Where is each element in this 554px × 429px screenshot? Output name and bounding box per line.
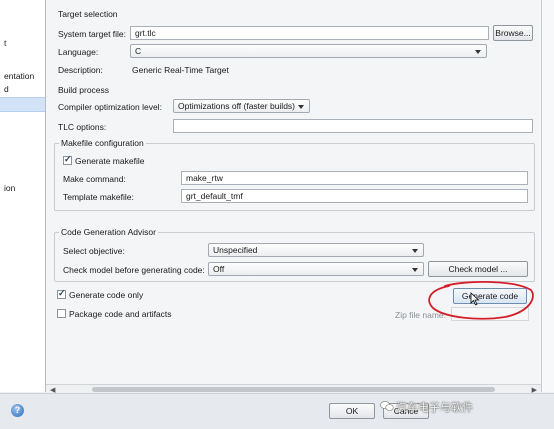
chevron-down-icon (412, 268, 418, 272)
tlc-options-label: TLC options: (58, 122, 107, 132)
select-objective-value: Unspecified (213, 245, 258, 255)
language-select[interactable]: C (130, 44, 487, 58)
makefile-configuration-title: Makefile configuration (59, 138, 146, 148)
description-value: Generic Real-Time Target (132, 65, 229, 75)
template-makefile-field[interactable]: grt_default_tmf (181, 189, 528, 203)
zip-file-name-field[interactable] (451, 307, 529, 321)
tree-item-fragment[interactable]: entation (4, 71, 34, 81)
check-model-value: Off (213, 264, 225, 274)
scrollbar-thumb[interactable] (92, 387, 495, 392)
select-objective-select[interactable]: Unspecified (208, 243, 424, 257)
watermark-text: 汽车电子与软件 (396, 401, 473, 414)
browse-button[interactable]: Browse... (493, 25, 533, 41)
generate-code-button[interactable]: Generate code (453, 288, 527, 304)
pane-edge (541, 0, 554, 392)
code-generation-advisor-title: Code Generation Advisor (59, 227, 158, 237)
check-model-label: Check model before generating code: (63, 265, 205, 275)
chevron-down-icon (475, 50, 481, 54)
tree-item-fragment[interactable]: d (4, 84, 9, 94)
check-model-select[interactable]: Off (208, 262, 424, 276)
system-target-file-field[interactable]: grt.tlc (130, 26, 489, 40)
configuration-window: t entation d ion Target selection System… (0, 0, 554, 429)
description-label: Description: (58, 65, 103, 75)
make-command-label: Make command: (63, 174, 126, 184)
check-model-button[interactable]: Check model ... (428, 261, 528, 277)
generate-makefile-checkbox[interactable] (63, 154, 72, 165)
tree-item-fragment[interactable]: t (4, 38, 6, 48)
mouse-cursor-icon (470, 292, 480, 306)
build-process-title: Build process (58, 85, 110, 95)
watermark-logo-icon (380, 401, 394, 411)
language-value: C (135, 46, 142, 56)
package-code-checkbox[interactable] (57, 309, 66, 318)
ok-button[interactable]: OK (329, 403, 375, 419)
package-code-label: Package code and artifacts (69, 309, 172, 319)
chevron-down-icon (412, 249, 418, 253)
compiler-optimization-select[interactable]: Optimizations off (faster builds) (173, 99, 310, 113)
template-makefile-label: Template makefile: (63, 192, 134, 202)
help-icon[interactable]: ? (11, 404, 24, 417)
tree-pane[interactable]: t entation d ion (0, 0, 46, 392)
select-objective-label: Select objective: (63, 246, 125, 256)
zip-file-name-label: Zip file name: (395, 310, 447, 320)
compiler-optimization-label: Compiler optimization level: (58, 102, 162, 112)
language-label: Language: (58, 47, 99, 57)
target-selection-title: Target selection (58, 9, 118, 19)
tree-item-fragment[interactable]: ion (4, 183, 15, 193)
system-target-file-label: System target file: (58, 29, 127, 39)
chevron-down-icon (298, 105, 304, 109)
tlc-options-field[interactable] (173, 119, 533, 133)
config-pane: Target selection System target file: grt… (46, 0, 541, 384)
compiler-optimization-value: Optimizations off (faster builds) (178, 101, 295, 111)
generate-makefile-label: Generate makefile (75, 156, 145, 166)
make-command-field[interactable]: make_rtw (181, 171, 528, 185)
generate-code-only-label: Generate code only (69, 290, 144, 300)
tree-item-selected[interactable] (0, 97, 45, 112)
horizontal-scrollbar[interactable]: ◀ ▶ (46, 384, 541, 394)
generate-code-only-checkbox[interactable] (57, 288, 66, 299)
